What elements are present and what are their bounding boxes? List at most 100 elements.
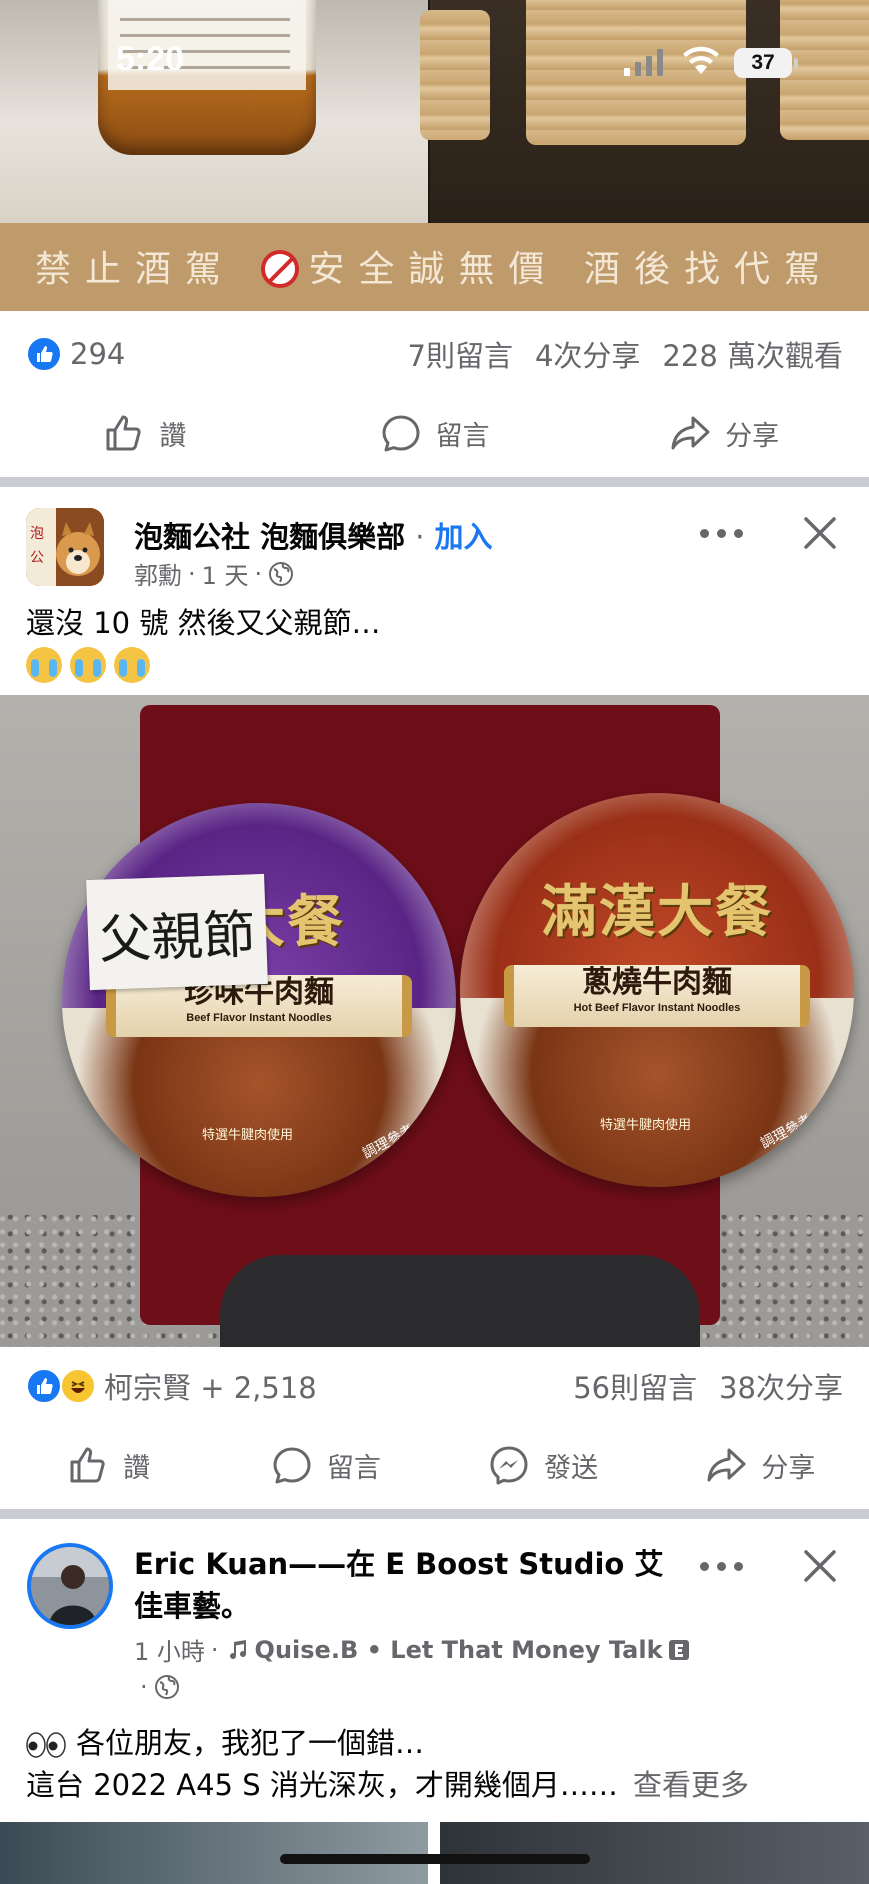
banner-text-right: 安全誠無價 酒後找代駕 [308,249,834,290]
post-text-line1: 各位朋友，我犯了一個錯… [76,1726,425,1760]
like-label: 讚 [123,1452,151,1484]
author-name-line1[interactable]: Eric Kuan——在 E Boost Studio 艾 [134,1543,663,1585]
share-label: 分享 [725,420,780,452]
group-post-actions: 讚 留言 發送 分享 [0,1425,869,1505]
cup-english-left: Beef Flavor Instant Noodles [186,1012,332,1024]
like-reaction-icon [26,336,62,372]
no-drinking-icon [260,250,299,288]
explicit-icon [668,1639,689,1660]
video-post-stats: 294 7則留言 4次分享 228 萬次觀看 [0,322,869,386]
share-button[interactable]: 分享 [579,412,869,454]
video-left-frame [0,0,428,223]
crying-face-icon [114,647,150,683]
share-count[interactable]: 38次分享 [719,1365,843,1407]
video-thumbnail[interactable] [0,0,869,223]
music-track[interactable]: Quise.B • Let That Money Talk [255,1636,663,1664]
comment-icon [273,1447,311,1484]
post-image-right[interactable] [440,1822,869,1884]
close-icon[interactable] [800,513,840,553]
cup-brand-right: 滿漢大餐 [541,879,773,945]
photo-legs [220,1255,700,1347]
view-count: 228 萬次觀看 [662,339,843,373]
group-post-text: 還沒 10 號 然後又父親節… [26,603,381,683]
status-time: 5:20 [116,40,185,78]
see-more-link[interactable]: 查看更多 [633,1768,749,1802]
close-icon[interactable] [800,1546,840,1586]
like-count: 294 [70,337,126,371]
comment-button[interactable]: 留言 [217,1444,434,1486]
haha-reaction-icon [60,1368,96,1404]
group-post-title: 泡麵公社 泡麵俱樂部 · 加入 [134,514,493,556]
person-avatar-icon [31,1547,109,1625]
more-options-button[interactable] [700,1556,748,1576]
eric-post-text: 各位朋友，我犯了一個錯… 這台 2022 A45 S 消光深灰，才開幾個月…… … [26,1722,749,1806]
crying-face-icon [70,647,106,683]
share-icon [671,416,710,450]
share-button[interactable]: 分享 [652,1444,869,1486]
steamer-basket [420,10,490,140]
post-image-left[interactable] [0,1822,428,1884]
more-options-button[interactable] [700,523,748,543]
post-photo[interactable]: 大餐 珍味牛肉麵 Beef Flavor Instant Noodles 特選牛… [0,695,869,1347]
share-label: 分享 [761,1452,816,1484]
reaction-names: 柯宗賢 + 2,518 [104,1371,317,1405]
like-reaction-icon [26,1368,62,1404]
video-right-frame [420,0,869,223]
thumbs-up-icon [106,415,141,451]
share-icon [707,1448,746,1482]
comment-count[interactable]: 7則留言 [408,333,513,375]
video-post-actions: 讚 留言 分享 [0,393,869,473]
dog-avatar-icon: 泡 公 [26,508,104,586]
group-avatar[interactable]: 泡 公 [26,508,104,586]
cup-english-right: Hot Beef Flavor Instant Noodles [573,1002,741,1014]
svg-text:公: 公 [30,550,44,566]
eyes-emoji-icon [26,1732,66,1758]
post-time[interactable]: 1 小時 [134,1632,205,1667]
banner-text: 禁止酒駕 安全誠無價 酒後找代駕 [35,240,834,294]
join-group-link[interactable]: 加入 [435,520,493,554]
banner-text-left: 禁止酒駕 [35,249,236,290]
post-text-line1: 還沒 10 號 然後又父親節… [26,606,381,640]
send-button[interactable]: 發送 [435,1444,652,1486]
like-button[interactable]: 讚 [0,412,290,454]
handwritten-note: 父親節 [86,873,268,991]
post-separator [0,477,869,487]
comment-count[interactable]: 56則留言 [573,1365,697,1407]
reaction-summary[interactable]: 柯宗賢 + 2,518 [26,1365,317,1407]
public-globe-icon [154,1675,179,1699]
eric-post-privacy: · [140,1673,180,1701]
noodle-cup-right: 滿漢大餐 蔥燒牛肉麵 Hot Beef Flavor Instant Noodl… [460,793,854,1187]
battery-indicator: 37 [734,48,798,78]
author-name-line2[interactable]: 佳車藝。 [134,1585,663,1627]
bottle-label-line [120,34,290,37]
music-note-icon [229,1639,246,1659]
reaction-summary[interactable]: 294 [26,336,125,372]
public-globe-icon [269,561,294,586]
cup-tag-right: 特選牛腱肉使用 [600,1118,692,1133]
cup-flavor-scroll: 蔥燒牛肉麵 Hot Beef Flavor Instant Noodles [504,965,810,1027]
home-indicator[interactable] [280,1854,590,1864]
cellular-signal-icon [624,49,663,76]
comment-icon [382,415,419,452]
author-name[interactable]: 郭勳 [134,556,182,591]
crying-emoji-row [26,643,381,683]
noodle-cup-left: 大餐 珍味牛肉麵 Beef Flavor Instant Noodles 特選牛… [62,803,456,1197]
cup-tag-left: 特選牛腱肉使用 [202,1128,294,1143]
post-text-line2: 這台 2022 A45 S 消光深灰，才開幾個月…… [26,1768,618,1802]
eric-post-meta: 1 小時 · Quise.B • Let That Money Talk [134,1632,689,1667]
send-label: 發送 [544,1452,599,1484]
eric-post-title: Eric Kuan——在 E Boost Studio 艾 佳車藝。 [134,1543,663,1627]
like-label: 讚 [159,420,187,452]
group-name-link[interactable]: 泡麵公社 泡麵俱樂部 [134,520,405,554]
bottle-label-line [120,18,290,21]
comment-label: 留言 [326,1452,381,1484]
comment-label: 留言 [435,420,490,452]
title-separator: · [415,520,425,554]
author-avatar[interactable] [27,1543,113,1629]
comment-button[interactable]: 留言 [290,412,580,454]
group-post-stats: 柯宗賢 + 2,518 56則留言 38次分享 [0,1354,869,1418]
cup-flavor-right: 蔥燒牛肉麵 [582,965,732,1000]
like-button[interactable]: 讚 [0,1444,217,1486]
share-count[interactable]: 4次分享 [535,333,640,375]
post-time[interactable]: 1 天 [202,556,249,591]
